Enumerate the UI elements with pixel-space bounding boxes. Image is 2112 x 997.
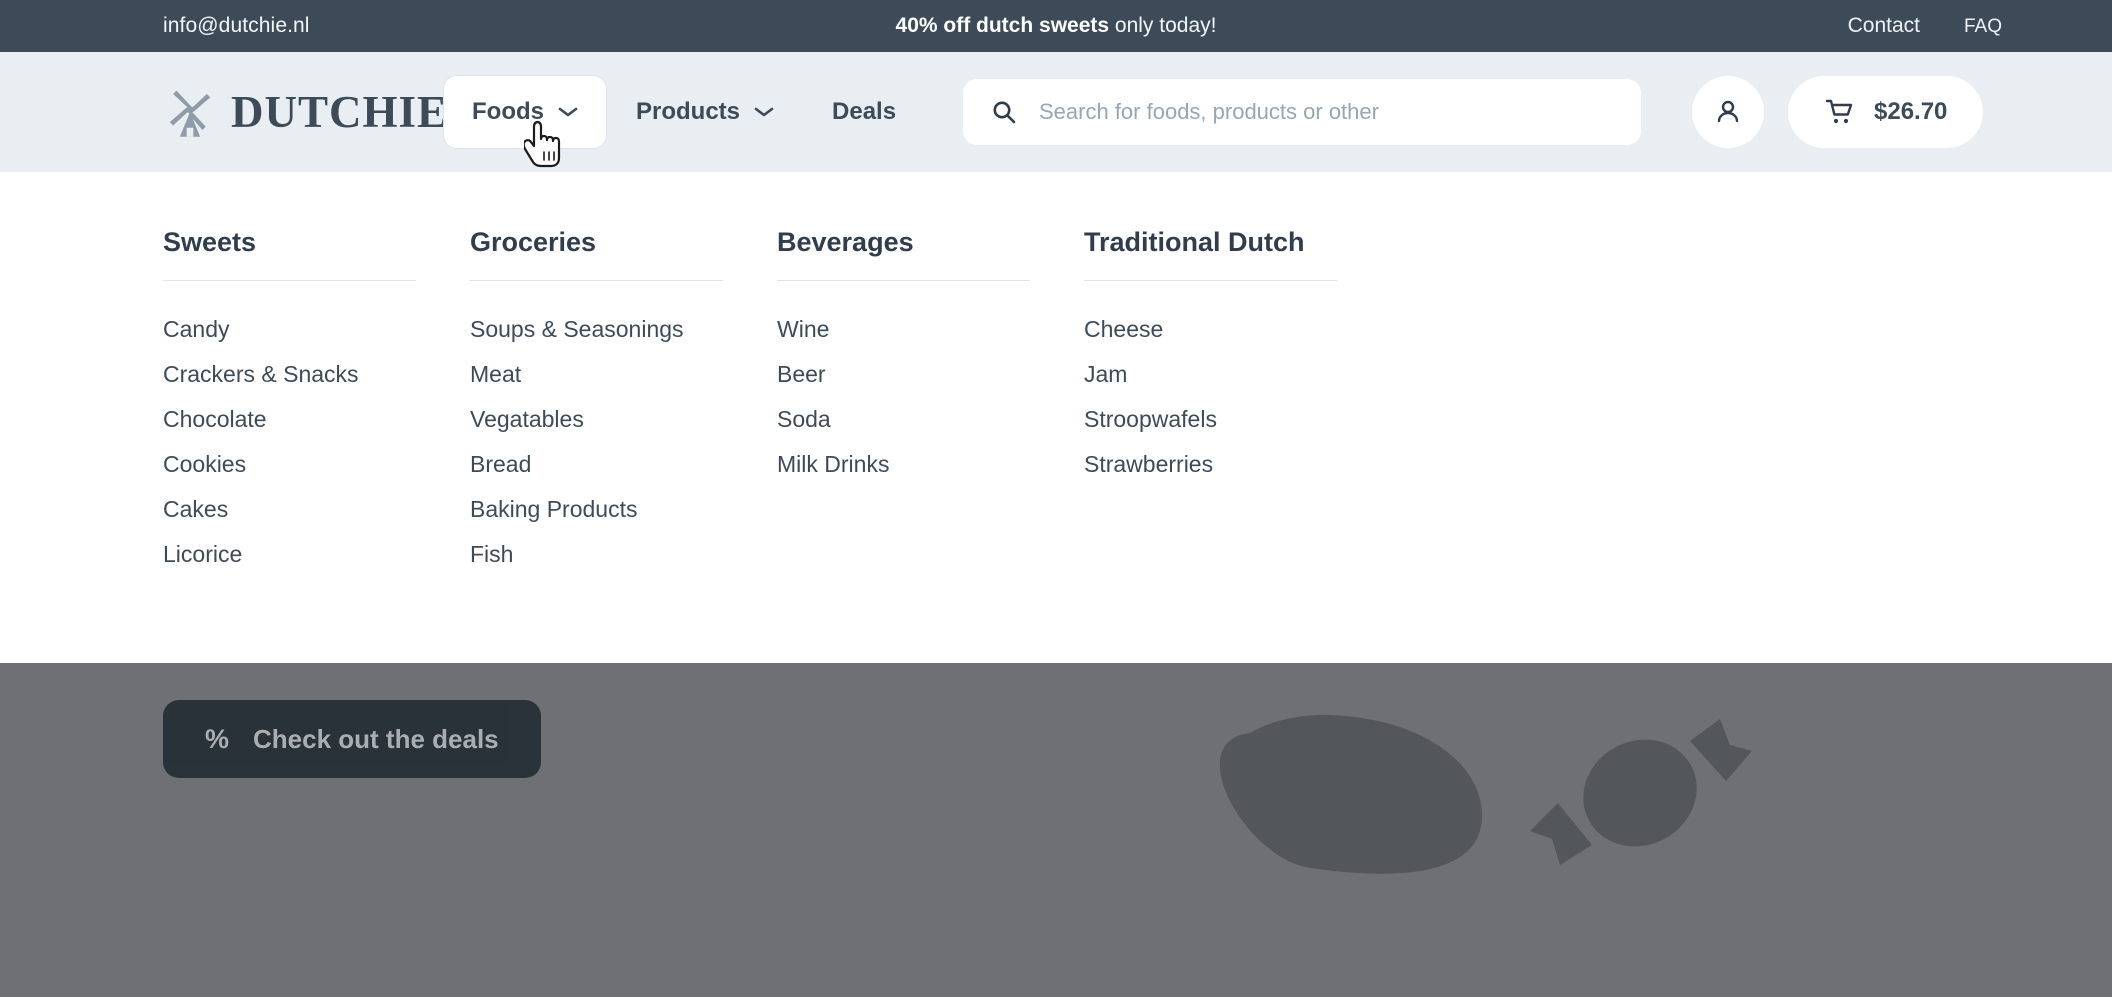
nav-item-deals[interactable]: Deals (803, 75, 925, 149)
cart-total-amount: $26.70 (1874, 98, 1948, 125)
menu-link-cakes[interactable]: Cakes (163, 487, 470, 532)
menu-link-chocolate[interactable]: Chocolate (163, 397, 470, 442)
menu-column-groceries: Groceries Soups & Seasonings Meat Vegata… (470, 227, 777, 577)
heading-divider (470, 280, 723, 281)
foods-mega-menu: Sweets Candy Crackers & Snacks Chocolate… (0, 172, 2112, 663)
menu-link-milk-drinks[interactable]: Milk Drinks (777, 442, 1084, 487)
search-bar[interactable] (963, 79, 1641, 145)
heading-divider (163, 280, 416, 281)
menu-link-bread[interactable]: Bread (470, 442, 777, 487)
menu-link-cookies[interactable]: Cookies (163, 442, 470, 487)
hero-section-dimmed: % Check out the deals (0, 663, 2112, 997)
heading-divider (1084, 280, 1337, 281)
menu-column-heading: Beverages (777, 227, 914, 257)
menu-link-stroopwafels[interactable]: Stroopwafels (1084, 397, 1391, 442)
percent-icon: % (205, 723, 230, 754)
announcement-bar: info@dutchie.nl 40% off dutch sweets onl… (0, 0, 2112, 52)
menu-link-candy[interactable]: Candy (163, 307, 470, 352)
topbar-links: Contact FAQ (1848, 14, 2002, 38)
menu-link-strawberries[interactable]: Strawberries (1084, 442, 1391, 487)
menu-link-meat[interactable]: Meat (470, 352, 777, 397)
chevron-down-icon (558, 107, 578, 117)
page-root: info@dutchie.nl 40% off dutch sweets onl… (0, 0, 2112, 997)
menu-column-heading: Traditional Dutch (1084, 227, 1305, 257)
menu-link-jam[interactable]: Jam (1084, 352, 1391, 397)
heading-divider (777, 280, 1030, 281)
menu-link-baking-products[interactable]: Baking Products (470, 487, 777, 532)
menu-column-beverages: Beverages Wine Beer Soda Milk Drinks (777, 227, 1084, 577)
check-out-deals-button[interactable]: % Check out the deals (163, 700, 541, 778)
menu-link-crackers-snacks[interactable]: Crackers & Snacks (163, 352, 470, 397)
bread-loaf-shape (1219, 714, 1483, 874)
menu-link-wine[interactable]: Wine (777, 307, 1084, 352)
nav-item-foods-label: Foods (472, 98, 544, 125)
mega-menu-columns: Sweets Candy Crackers & Snacks Chocolate… (163, 227, 1391, 577)
menu-link-soda[interactable]: Soda (777, 397, 1084, 442)
nav-item-deals-label: Deals (832, 98, 897, 125)
nav-item-products[interactable]: Products (607, 75, 803, 149)
windmill-icon (169, 90, 211, 137)
menu-column-heading: Groceries (470, 227, 597, 257)
menu-column-traditional-dutch: Traditional Dutch Cheese Jam Stroopwafel… (1084, 227, 1391, 577)
search-input[interactable] (1039, 99, 1613, 125)
nav-item-products-label: Products (636, 98, 741, 125)
site-header: DUTCHIE Foods Products Deals Search for … (0, 52, 2112, 172)
menu-link-fish[interactable]: Fish (470, 532, 777, 577)
menu-link-beer[interactable]: Beer (777, 352, 1084, 397)
wrapped-candy-shape (1530, 719, 1752, 865)
site-logo[interactable]: DUTCHIE (163, 85, 448, 139)
chevron-down-icon (754, 107, 774, 117)
nav-item-foods[interactable]: Foods (443, 75, 607, 149)
menu-link-vegatables[interactable]: Vegatables (470, 397, 777, 442)
menu-column-sweets: Sweets Candy Crackers & Snacks Chocolate… (163, 227, 470, 577)
primary-nav: Foods Products Deals (443, 75, 925, 149)
promo-message: 40% off dutch sweets only today! (896, 14, 1217, 38)
check-out-deals-label: Check out the deals (253, 723, 499, 754)
contact-email-link[interactable]: info@dutchie.nl (163, 14, 310, 38)
search-icon (993, 101, 1016, 124)
user-icon (1717, 100, 1739, 123)
menu-link-soups-seasonings[interactable]: Soups & Seasonings (470, 307, 777, 352)
topbar-link-faq[interactable]: FAQ (1964, 16, 2002, 38)
logo-wordmark: DUTCHIE (231, 87, 449, 137)
menu-link-cheese[interactable]: Cheese (1084, 307, 1391, 352)
topbar-link-contact[interactable]: Contact (1848, 14, 1920, 38)
promo-suffix: only today! (1109, 14, 1217, 37)
menu-link-licorice[interactable]: Licorice (163, 532, 470, 577)
promo-highlight: 40% off dutch sweets (895, 14, 1110, 37)
shopping-cart-icon (1825, 99, 1853, 124)
menu-column-heading: Sweets (163, 227, 257, 257)
account-button[interactable] (1692, 76, 1764, 148)
cart-button[interactable]: $26.70 (1788, 76, 1984, 148)
